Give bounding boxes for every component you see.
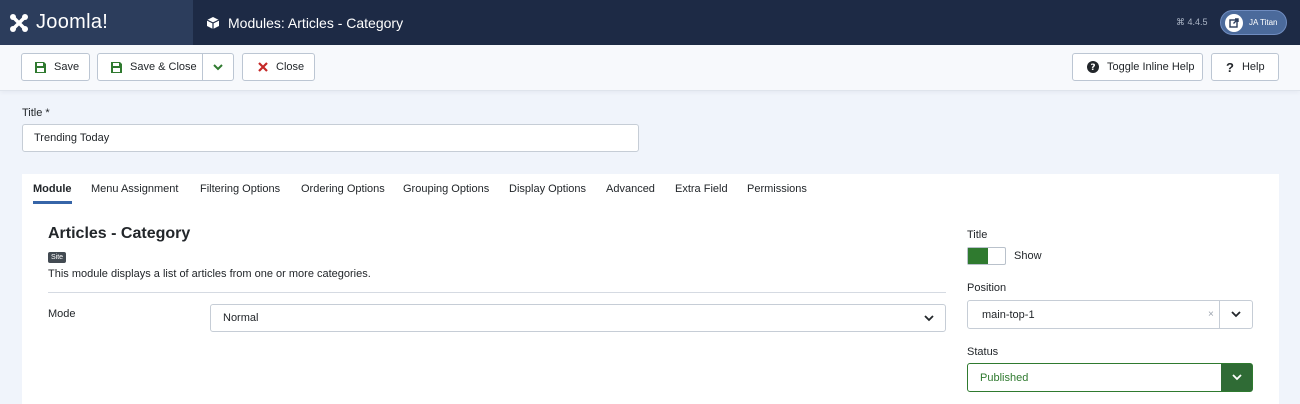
module-heading: Articles - Category [48, 225, 191, 242]
position-label: Position [967, 282, 1007, 294]
question-circle-icon: ? [1087, 61, 1099, 73]
save-close-button[interactable]: Save & Close [97, 53, 203, 81]
tab-permissions[interactable]: Permissions [747, 174, 807, 204]
title-input[interactable]: Trending Today [22, 124, 639, 152]
toggle-inline-help-button[interactable]: ? Toggle Inline Help [1072, 53, 1203, 81]
logo-text: Joomla! [36, 11, 109, 33]
site-badge: Site [48, 252, 67, 263]
title-field-label: Title * [22, 107, 50, 119]
tab-grouping-options[interactable]: Grouping Options [403, 174, 489, 204]
save-options-dropdown-button[interactable] [202, 53, 234, 81]
clear-icon[interactable]: × [1208, 301, 1214, 328]
joomla-logo-icon [10, 13, 28, 32]
view-site-button[interactable]: JA Titan [1220, 10, 1287, 35]
mode-select[interactable]: Normal [210, 304, 946, 332]
close-icon [258, 62, 268, 72]
mode-value: Normal [223, 312, 259, 324]
switch-state-label: Show [1014, 250, 1042, 262]
help-button[interactable]: ? Help [1211, 53, 1279, 81]
page-title: Modules: Articles - Category [206, 0, 403, 45]
divider [48, 292, 946, 293]
position-select[interactable]: main-top-1 × [967, 300, 1253, 329]
tab-module[interactable]: Module [33, 174, 72, 204]
mode-label: Mode [48, 308, 76, 320]
tab-filtering-options[interactable]: Filtering Options [200, 174, 280, 204]
tab-advanced[interactable]: Advanced [606, 174, 655, 204]
tab-menu-assignment[interactable]: Menu Assignment [91, 174, 178, 204]
logo-area[interactable]: Joomla! [0, 0, 193, 45]
chevron-down-icon [1221, 364, 1252, 391]
save-button[interactable]: Save [21, 53, 90, 81]
floppy-disk-icon [111, 61, 122, 73]
status-value: Published [980, 371, 1029, 384]
title-show-switch[interactable] [967, 247, 1006, 265]
toolbar: Save Save & Close Close ? Toggle Inline … [0, 45, 1300, 91]
question-mark-icon: ? [1226, 59, 1234, 75]
module-panel: Articles - Category Site This module dis… [22, 204, 1279, 404]
close-button[interactable]: Close [242, 53, 315, 81]
version-label: ⌘ 4.4.5 [1176, 17, 1208, 27]
tab-bar: Module Menu Assignment Filtering Options… [22, 174, 1279, 205]
floppy-disk-icon [35, 61, 46, 73]
position-value: main-top-1 [982, 308, 1035, 321]
chevron-down-icon[interactable] [1219, 301, 1252, 328]
external-link-icon [1225, 13, 1243, 32]
tab-display-options[interactable]: Display Options [509, 174, 586, 204]
top-header: Joomla! Modules: Articles - Category ⌘ 4… [0, 0, 1300, 45]
status-select[interactable]: Published [967, 363, 1253, 392]
title-toggle-label: Title [967, 229, 988, 241]
status-label: Status [967, 346, 999, 358]
cube-icon [206, 16, 220, 29]
chevron-down-icon [213, 63, 223, 70]
site-name: JA Titan [1249, 18, 1278, 27]
page-title-text: Modules: Articles - Category [228, 14, 404, 31]
module-description: This module displays a list of articles … [48, 268, 371, 280]
chevron-down-icon [913, 305, 945, 331]
tab-ordering-options[interactable]: Ordering Options [301, 174, 385, 204]
switch-knob [968, 248, 988, 264]
svg-text:?: ? [1090, 63, 1095, 73]
tab-extra-field[interactable]: Extra Field [675, 174, 728, 204]
